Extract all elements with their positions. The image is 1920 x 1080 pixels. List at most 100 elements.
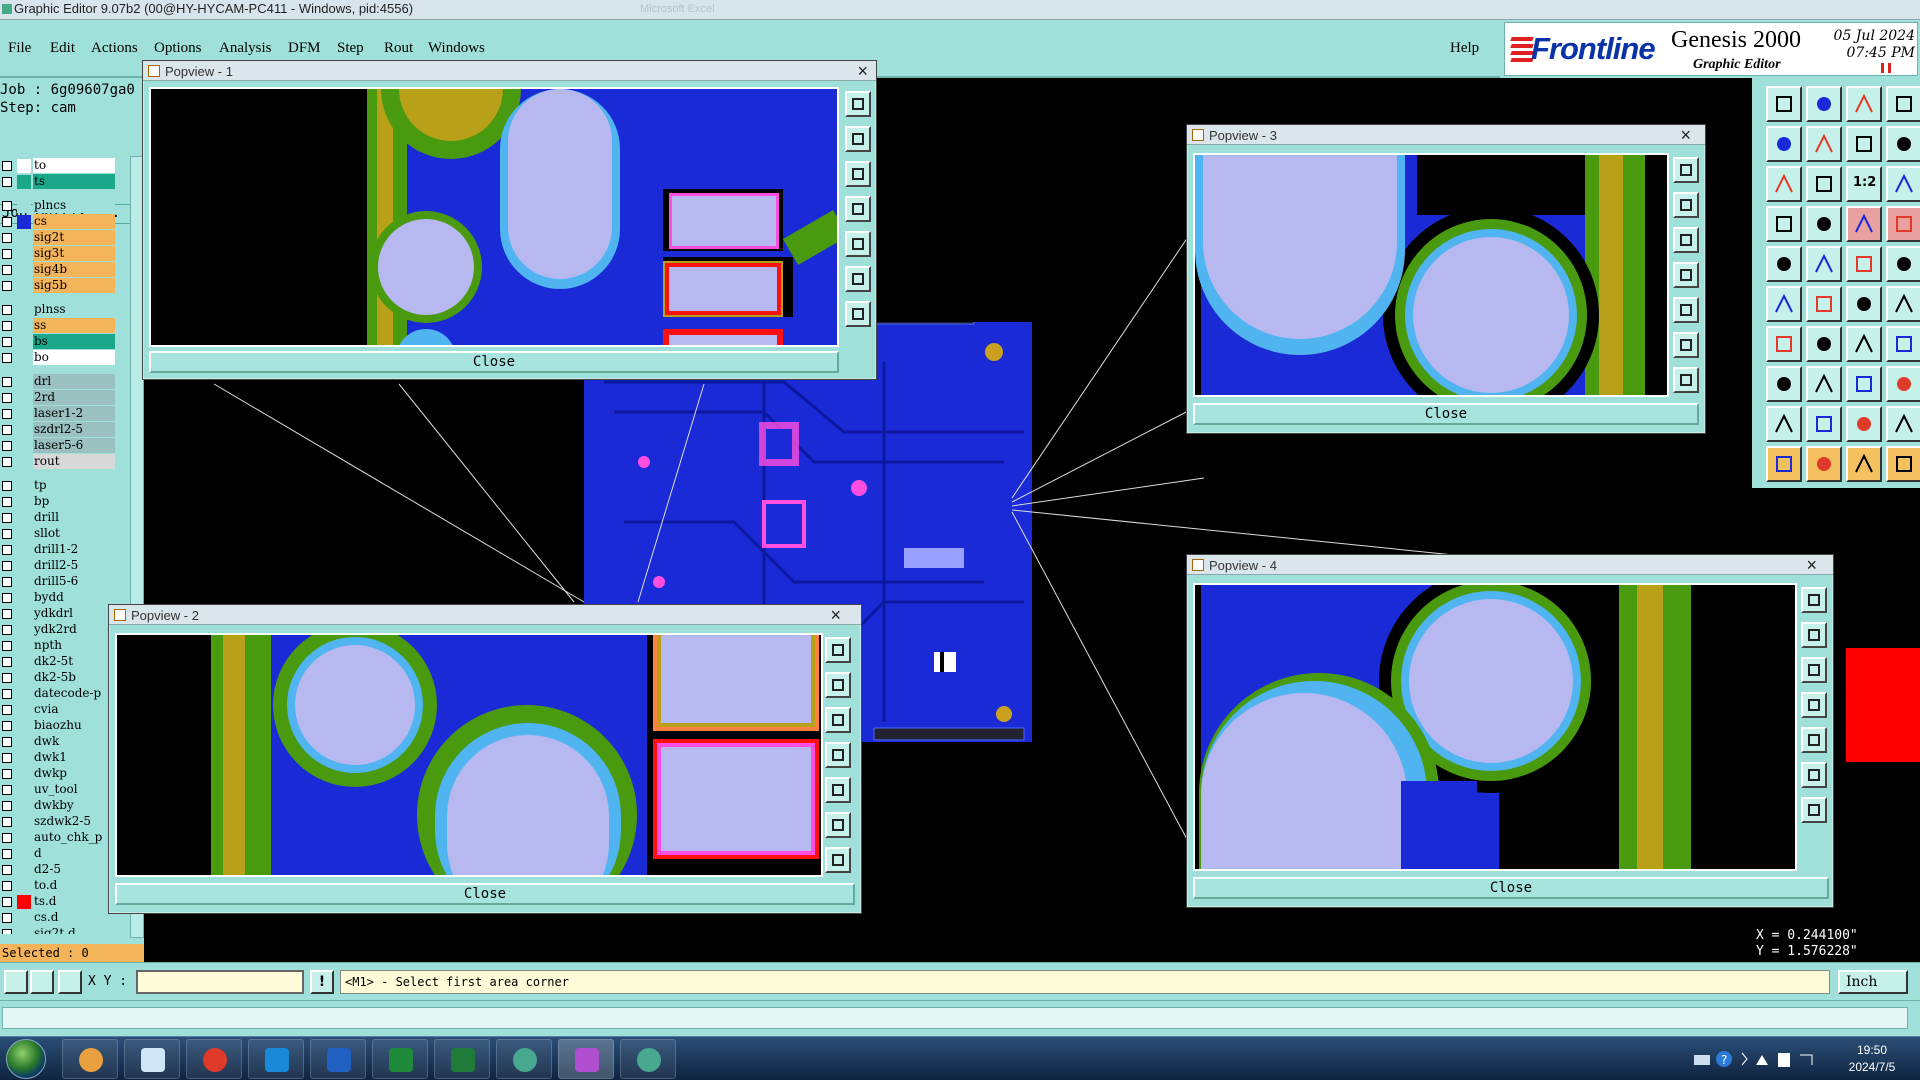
layer-row[interactable]: cvia	[0, 702, 118, 718]
taskbar-shell-app[interactable]	[62, 1039, 118, 1079]
select-arrow2-icon[interactable]	[1806, 446, 1842, 482]
layer-checkbox[interactable]	[2, 481, 12, 491]
triangle-icon[interactable]	[1766, 406, 1802, 442]
add-pad-icon[interactable]	[1766, 246, 1802, 282]
popview-4-close-icon[interactable]: ×	[1806, 555, 1817, 575]
cut-line-icon[interactable]	[1806, 366, 1842, 402]
layer-checkbox[interactable]	[2, 177, 12, 187]
select-arrow3-icon[interactable]	[1846, 446, 1882, 482]
zoom-home-icon[interactable]	[1801, 587, 1827, 613]
layer-row[interactable]: auto_chk_p	[0, 830, 118, 846]
layer-row[interactable]: dwkby	[0, 798, 118, 814]
taskbar-genesis-app[interactable]	[558, 1039, 614, 1079]
layer-row[interactable]: rout	[0, 454, 118, 470]
layer-checkbox[interactable]	[2, 305, 12, 315]
layer-checkbox[interactable]	[2, 545, 12, 555]
popview-3-close-button[interactable]: Close	[1193, 403, 1699, 425]
layer-checkbox[interactable]	[2, 377, 12, 387]
layer-checkbox[interactable]	[2, 425, 12, 435]
popview-3-titlebar[interactable]: Popview - 3 ×	[1187, 125, 1705, 145]
pan-left-icon[interactable]	[1766, 126, 1802, 162]
layer-row[interactable]: drl	[0, 374, 118, 390]
layer-row[interactable]: drill	[0, 510, 118, 526]
zoom-center-icon[interactable]	[1801, 797, 1827, 823]
layer-row[interactable]: drill2-5	[0, 558, 118, 574]
xy-input[interactable]	[136, 970, 304, 994]
pan-left-icon[interactable]	[1801, 692, 1827, 718]
layer-checkbox[interactable]	[2, 249, 12, 259]
layer-checkbox[interactable]	[2, 849, 12, 859]
pan-left-icon[interactable]	[845, 196, 871, 222]
layer-checkbox[interactable]	[2, 705, 12, 715]
pan-up-icon[interactable]	[825, 672, 851, 698]
text-icon[interactable]	[1886, 326, 1920, 362]
layer-row[interactable]: dwkp	[0, 766, 118, 782]
zoom-fit-icon[interactable]	[1766, 166, 1802, 202]
layer-checkbox[interactable]	[2, 737, 12, 747]
layer-row[interactable]: npth	[0, 638, 118, 654]
popview-3-view[interactable]	[1193, 153, 1669, 397]
zoom-fit-icon[interactable]	[1673, 332, 1699, 358]
layer-checkbox[interactable]	[2, 529, 12, 539]
pan-left-icon[interactable]	[825, 742, 851, 768]
layer-row[interactable]: bp	[0, 494, 118, 510]
layer-checkbox[interactable]	[2, 801, 12, 811]
draw-line-icon[interactable]	[1806, 326, 1842, 362]
layer-checkbox[interactable]	[2, 393, 12, 403]
ratio-icon[interactable]: 1:2	[1846, 166, 1882, 202]
text-a2-icon[interactable]	[1846, 406, 1882, 442]
layer-checkbox[interactable]	[2, 321, 12, 331]
layer-checkbox[interactable]	[2, 281, 12, 291]
grid-mode-icon[interactable]	[58, 970, 82, 994]
popview-2-titlebar[interactable]: Popview - 2 ×	[109, 605, 861, 625]
layer-checkbox[interactable]	[2, 409, 12, 419]
layer-row[interactable]: ss	[0, 318, 118, 334]
layer-checkbox[interactable]	[2, 753, 12, 763]
layer-row[interactable]: dk2-5t	[0, 654, 118, 670]
layer-row[interactable]: ts	[0, 174, 118, 190]
layer-row[interactable]: ts.d	[0, 894, 118, 910]
select-arrow-icon[interactable]	[1766, 446, 1802, 482]
measure-icon[interactable]	[1846, 246, 1882, 282]
menu-edit[interactable]: Edit	[50, 40, 75, 57]
layer-checkbox[interactable]	[2, 497, 12, 507]
menu-options[interactable]: Options	[154, 40, 202, 57]
layer-checkbox[interactable]	[2, 721, 12, 731]
layer-row[interactable]: to	[0, 158, 118, 174]
popview-1-close-icon[interactable]: ×	[857, 61, 868, 81]
text-a3-icon[interactable]	[1886, 406, 1920, 442]
start-button[interactable]	[6, 1039, 46, 1079]
text-a-icon[interactable]	[1806, 406, 1842, 442]
popview-1-titlebar[interactable]: Popview - 1 ×	[143, 61, 876, 81]
layer-checkbox[interactable]	[2, 609, 12, 619]
popview-2-close-button[interactable]: Close	[115, 883, 855, 905]
popview-2-close-icon[interactable]: ×	[830, 605, 841, 625]
taskbar-save-app[interactable]	[310, 1039, 366, 1079]
layer-checkbox[interactable]	[2, 577, 12, 587]
arc-icon[interactable]	[1846, 326, 1882, 362]
net-icon[interactable]	[1846, 206, 1882, 242]
layer-row[interactable]: sig2t.d	[0, 926, 118, 934]
cross-icon[interactable]	[1806, 286, 1842, 322]
pan-right-icon[interactable]	[825, 777, 851, 803]
layer-row[interactable]: dwk1	[0, 750, 118, 766]
layer-checkbox[interactable]	[2, 457, 12, 467]
net-select-icon[interactable]	[1886, 206, 1920, 242]
add-line-icon[interactable]	[1806, 246, 1842, 282]
snap-mode-icon[interactable]	[4, 970, 28, 994]
alert-icon[interactable]: !	[310, 970, 334, 994]
pan-right-icon[interactable]	[845, 231, 871, 257]
unit-selector[interactable]: Inch	[1838, 970, 1908, 994]
popview-3-close-icon[interactable]: ×	[1680, 125, 1691, 145]
select-move-icon[interactable]	[1886, 446, 1920, 482]
layer-checkbox[interactable]	[2, 897, 12, 907]
layer-checkbox[interactable]	[2, 913, 12, 923]
pan-right-icon[interactable]	[1801, 727, 1827, 753]
move-node-icon[interactable]	[1846, 286, 1882, 322]
layer-checkbox[interactable]	[2, 769, 12, 779]
layer-row[interactable]: laser5-6	[0, 438, 118, 454]
home-icon[interactable]	[1846, 86, 1882, 122]
pan-left-icon[interactable]	[1673, 262, 1699, 288]
popview-4-view[interactable]	[1193, 583, 1797, 871]
layer-checkbox[interactable]	[2, 673, 12, 683]
